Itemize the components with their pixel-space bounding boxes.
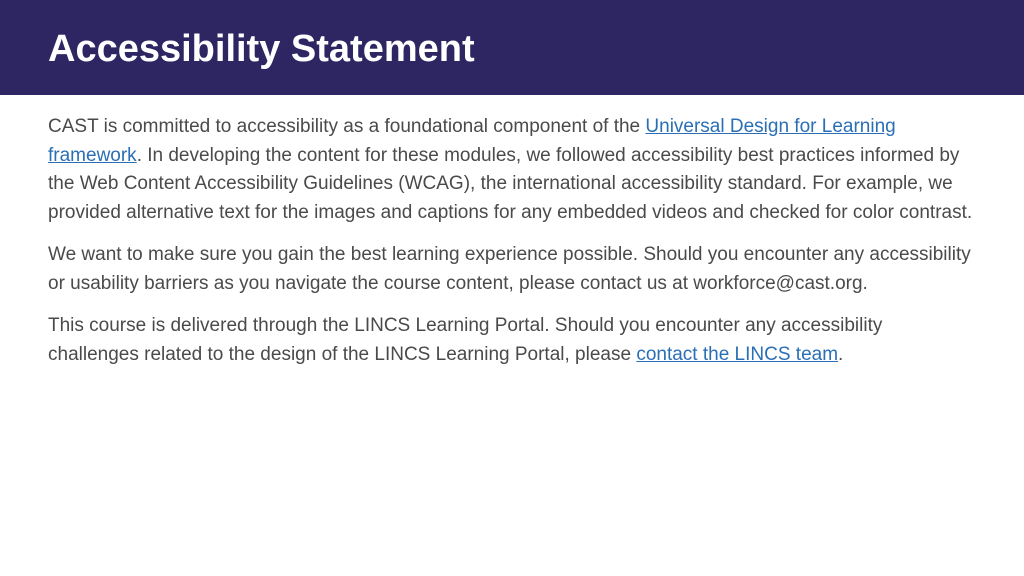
page-header: Accessibility Statement [0,0,1024,95]
paragraph-3: This course is delivered through the LIN… [48,312,976,369]
paragraph-1: CAST is committed to accessibility as a … [48,113,976,227]
p1-text-pre: CAST is committed to accessibility as a … [48,116,645,137]
paragraph-2: We want to make sure you gain the best l… [48,241,976,298]
page-content: CAST is committed to accessibility as a … [0,95,1024,401]
contact-lincs-link[interactable]: contact the LINCS team [636,344,838,365]
p1-text-post: . In developing the content for these mo… [48,145,972,223]
page-title: Accessibility Statement [48,28,976,71]
p3-text-post: . [838,344,843,365]
